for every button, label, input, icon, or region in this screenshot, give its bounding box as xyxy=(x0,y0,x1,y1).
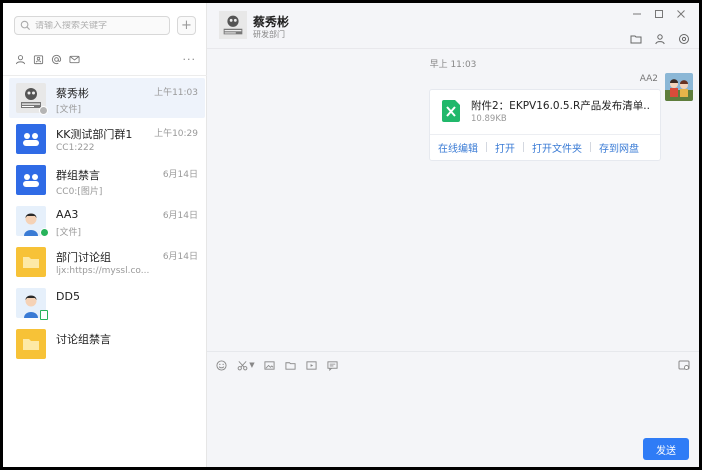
conversation-preview: CC0:[图片] xyxy=(56,187,103,197)
conversation-name: 讨论组禁言 xyxy=(56,333,111,346)
conversation-item[interactable]: AA3 [文件] 6月14日 xyxy=(9,201,205,241)
photo-avatar[interactable] xyxy=(219,11,247,39)
folder-avatar xyxy=(16,247,46,277)
conversation-list: 蔡秀彬 [文件] 上午11:03 KK测试部门群1 CC1:222 上午10:2… xyxy=(9,78,205,365)
group-avatar xyxy=(16,124,46,154)
divider xyxy=(3,75,207,76)
conversation-item[interactable]: 讨论组禁言 xyxy=(9,324,205,364)
sender-avatar[interactable] xyxy=(665,73,693,101)
message-timestamp: 早上 11:03 xyxy=(429,60,477,70)
conversation-preview: [文件] xyxy=(56,105,82,115)
header-tools xyxy=(619,32,691,46)
maximize-icon[interactable] xyxy=(651,7,667,21)
file-name: 附件2：EKPV16.0.5.R产品发布清单... xyxy=(471,100,651,112)
conversation-item[interactable]: DD5 xyxy=(9,283,205,323)
more-icon[interactable]: ··· xyxy=(183,53,197,66)
card-divider xyxy=(430,134,660,135)
file-message-card[interactable]: 附件2：EKPV16.0.5.R产品发布清单... 10.89KB 在线编辑 打… xyxy=(429,89,661,161)
conversation-item[interactable]: 蔡秀彬 [文件] 上午11:03 xyxy=(9,78,205,118)
conversation-preview: CC1:222 xyxy=(56,143,95,153)
conversation-item[interactable]: KK测试部门群1 CC1:222 上午10:29 xyxy=(9,119,205,159)
online-badge xyxy=(40,228,49,237)
conversation-name: 蔡秀彬 xyxy=(56,87,89,100)
chat-title: 蔡秀彬 xyxy=(253,15,290,29)
composer-toolbar: ▼ xyxy=(215,359,347,371)
add-button[interactable]: + xyxy=(177,16,196,35)
app-window: + ··· 蔡秀彬 [文 xyxy=(3,3,699,467)
action-separator xyxy=(590,142,591,152)
status-badge xyxy=(39,106,48,115)
chevron-down-icon[interactable]: ▼ xyxy=(249,359,255,371)
emoji-icon[interactable] xyxy=(215,359,227,371)
mobile-icon xyxy=(40,310,48,320)
sidebar: + ··· 蔡秀彬 [文 xyxy=(3,3,207,467)
group-avatar xyxy=(16,165,46,195)
open-folder-link[interactable]: 打开文件夹 xyxy=(532,140,582,155)
action-separator xyxy=(486,142,487,152)
action-separator xyxy=(523,142,524,152)
filter-bar: ··· xyxy=(14,51,196,67)
excel-file-icon xyxy=(442,100,460,122)
mail-icon[interactable] xyxy=(68,53,80,65)
conversation-preview: [文件] xyxy=(56,228,82,238)
window-controls xyxy=(623,7,689,21)
folder-avatar xyxy=(16,329,46,359)
conversation-time: 上午10:29 xyxy=(154,129,198,139)
settings-icon[interactable] xyxy=(677,32,691,46)
conversation-item[interactable]: 群组禁言 CC0:[图片] 6月14日 xyxy=(9,160,205,200)
open-link[interactable]: 打开 xyxy=(495,140,515,155)
folder-icon[interactable] xyxy=(629,32,643,46)
composer-divider xyxy=(207,351,699,352)
at-icon[interactable] xyxy=(50,53,62,65)
chat-subtitle: 研发部门 xyxy=(253,30,285,39)
search-icon xyxy=(20,20,31,31)
conversation-time: 上午11:03 xyxy=(154,88,198,98)
search-input[interactable] xyxy=(35,20,165,31)
conversation-name: AA3 xyxy=(56,208,79,221)
chat-header: 蔡秀彬 研发部门 xyxy=(207,3,699,49)
conversation-time: 6月14日 xyxy=(162,211,198,221)
close-icon[interactable] xyxy=(673,7,689,21)
conversation-time: 6月14日 xyxy=(162,252,198,262)
user-icon[interactable] xyxy=(14,53,26,65)
folder-icon[interactable] xyxy=(284,359,296,371)
conversation-item[interactable]: 部门讨论组 ljx:https://myssl.co... 6月14日 xyxy=(9,242,205,282)
group-icon[interactable] xyxy=(32,53,44,65)
screenshot-icon[interactable] xyxy=(678,359,690,371)
file-actions: 在线编辑 打开 打开文件夹 存到网盘 xyxy=(430,137,660,157)
edit-online-link[interactable]: 在线编辑 xyxy=(438,140,478,155)
conversation-name: 部门讨论组 xyxy=(56,251,111,264)
chat-panel: 蔡秀彬 研发部门 早上 11:03 AA2 附件2：EKPV16.0.5.R产品… xyxy=(207,3,699,467)
send-button[interactable]: 发送 xyxy=(643,438,689,460)
chat-history-icon[interactable] xyxy=(326,359,338,371)
video-icon[interactable] xyxy=(305,359,317,371)
conversation-name: 群组禁言 xyxy=(56,169,100,182)
minimize-icon[interactable] xyxy=(629,7,645,21)
image-icon[interactable] xyxy=(263,359,275,371)
sender-name: AA2 xyxy=(639,74,658,84)
conversation-name: DD5 xyxy=(56,290,80,303)
search-box[interactable] xyxy=(14,16,170,35)
conversation-preview: ljx:https://myssl.co... xyxy=(56,266,150,276)
save-to-drive-link[interactable]: 存到网盘 xyxy=(599,140,639,155)
scissors-icon[interactable] xyxy=(236,359,248,371)
file-size: 10.89KB xyxy=(471,114,507,124)
conversation-name: KK测试部门群1 xyxy=(56,128,133,141)
conversation-time: 6月14日 xyxy=(162,170,198,180)
user-profile-icon[interactable] xyxy=(653,32,667,46)
